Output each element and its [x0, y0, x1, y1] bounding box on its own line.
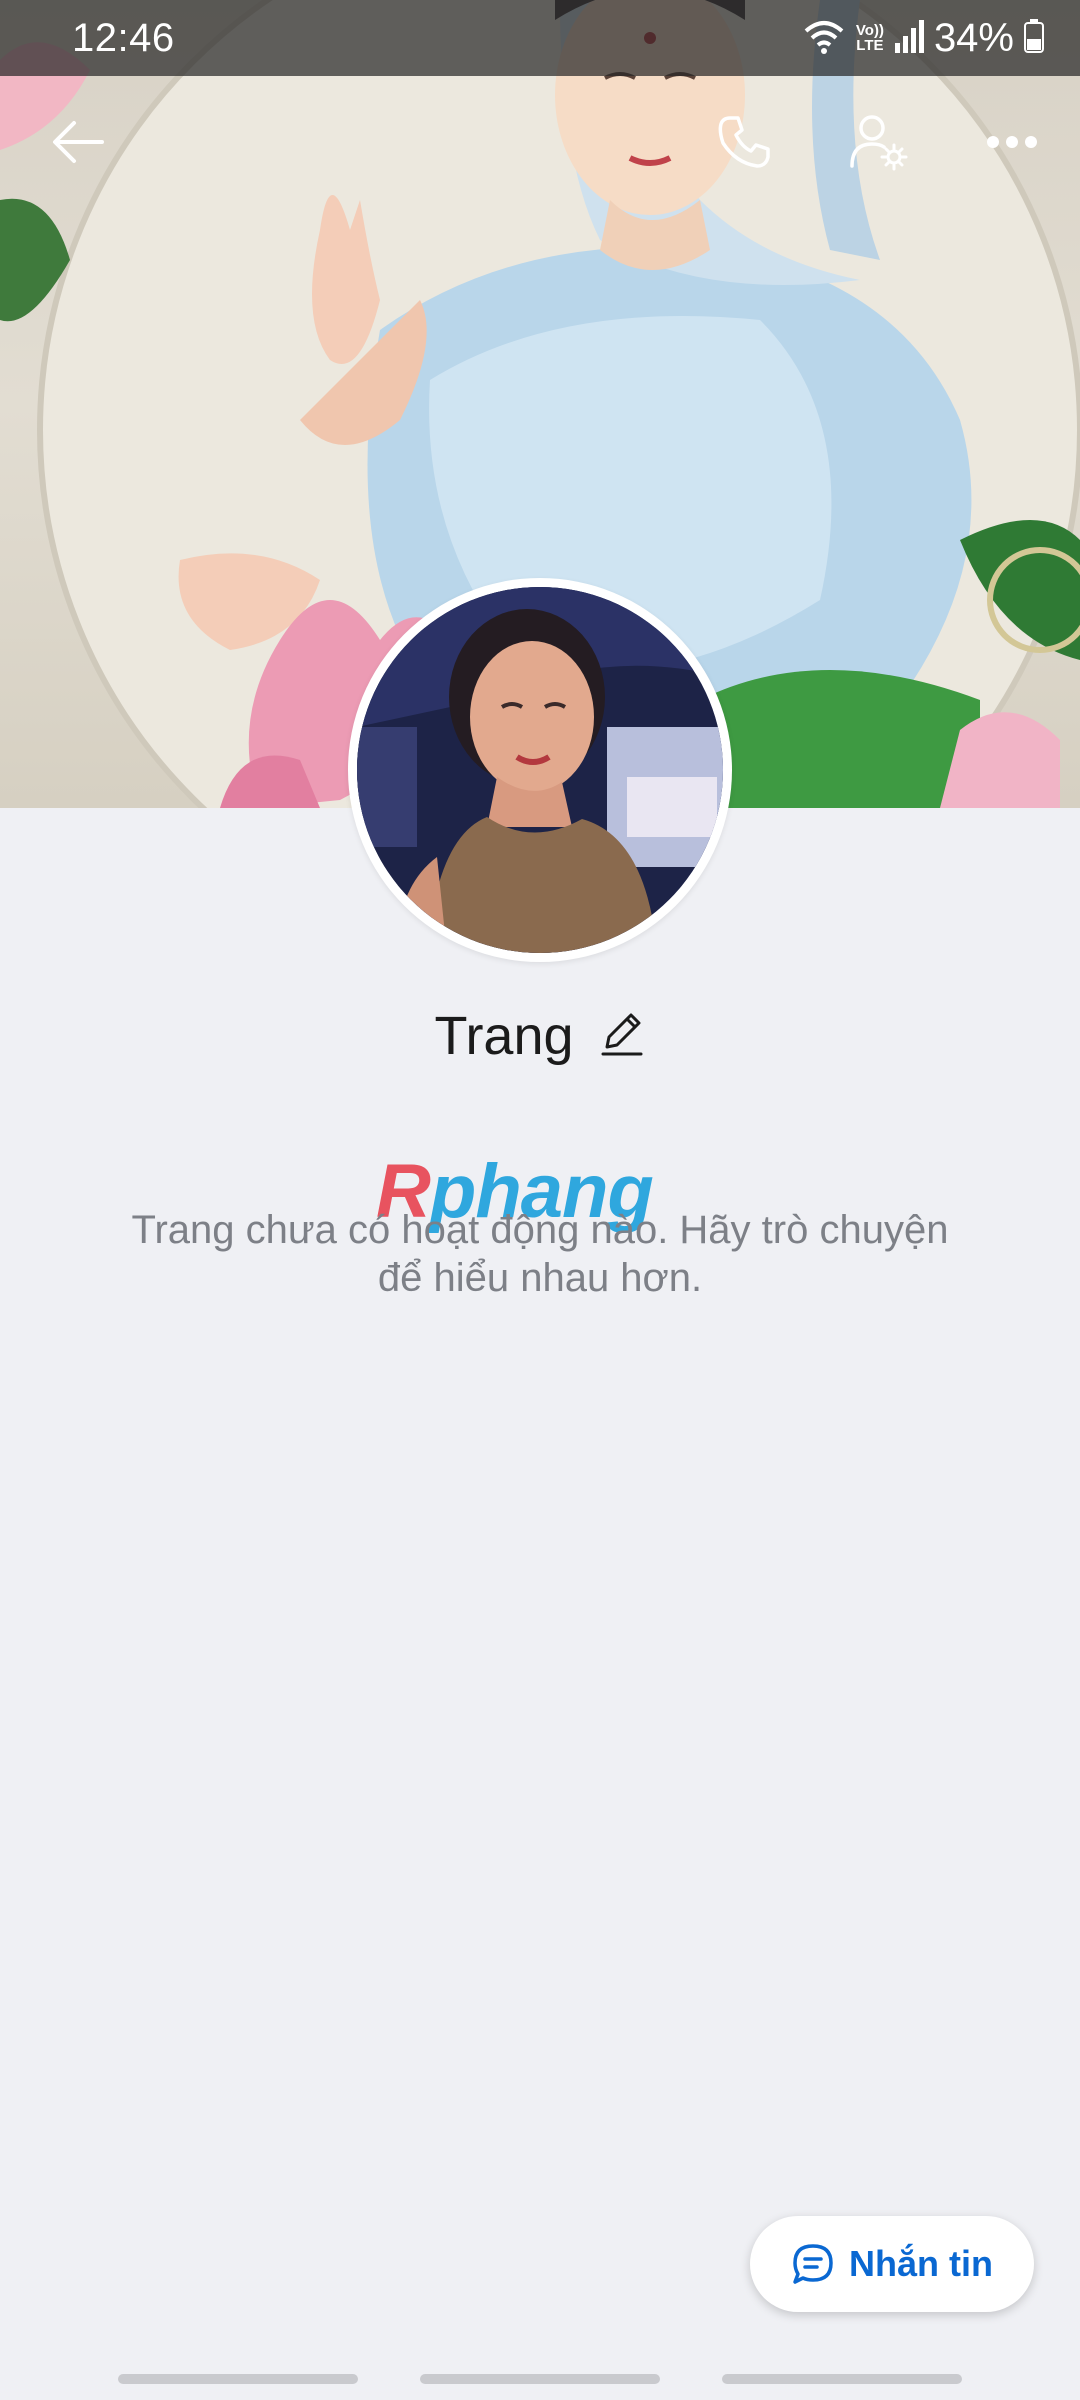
edit-name-button[interactable] — [598, 1012, 646, 1060]
volte-bottom-label: LTE — [856, 37, 884, 54]
volte-icon: Vo)) LTE — [856, 23, 884, 53]
profile-name: Trang — [434, 1006, 574, 1066]
message-button-label: Nhắn tin — [849, 2243, 993, 2284]
call-button[interactable] — [706, 106, 782, 182]
app-bar — [0, 76, 1080, 208]
wifi-icon — [802, 17, 846, 60]
empty-activity-line-2: để hiểu nhau hơn. — [377, 1256, 703, 1300]
user-settings-icon — [848, 112, 908, 177]
empty-activity-line-1: Trang chưa có hoạt động nào. Hãy trò chu… — [131, 1208, 949, 1252]
chat-bubble-icon — [791, 2242, 835, 2286]
signal-icon — [894, 19, 924, 58]
profile-settings-button[interactable] — [840, 106, 916, 182]
status-icons: Vo)) LTE 34% — [792, 14, 1044, 62]
volte-top-label: Vo)) — [855, 22, 884, 39]
pencil-icon — [601, 1011, 643, 1062]
profile-name-row: Trang — [0, 996, 1080, 1076]
more-options-button[interactable] — [974, 106, 1050, 182]
system-navigation-bar — [0, 2356, 1080, 2400]
profile-avatar[interactable] — [348, 578, 732, 962]
nav-recents-button[interactable] — [118, 2374, 358, 2384]
battery-icon — [1024, 18, 1044, 58]
more-options-icon — [986, 135, 1038, 154]
message-button[interactable]: Nhắn tin — [750, 2216, 1034, 2312]
battery-percent: 34% — [933, 15, 1014, 60]
nav-home-button[interactable] — [420, 2374, 660, 2384]
status-time: 12:46 — [72, 16, 175, 60]
empty-activity-message: Trang chưa có hoạt động nào. Hãy trò chu… — [60, 1206, 1020, 1302]
back-button[interactable] — [40, 106, 116, 182]
back-arrow-icon — [50, 118, 106, 171]
phone-call-icon — [716, 114, 772, 175]
profile-screen: 12:46 Vo)) LTE 34% Trang Rphang Trang ch… — [0, 0, 1080, 2400]
status-bar: 12:46 Vo)) LTE 34% — [0, 0, 1080, 76]
avatar-photo — [357, 587, 723, 953]
nav-back-button[interactable] — [722, 2374, 962, 2384]
